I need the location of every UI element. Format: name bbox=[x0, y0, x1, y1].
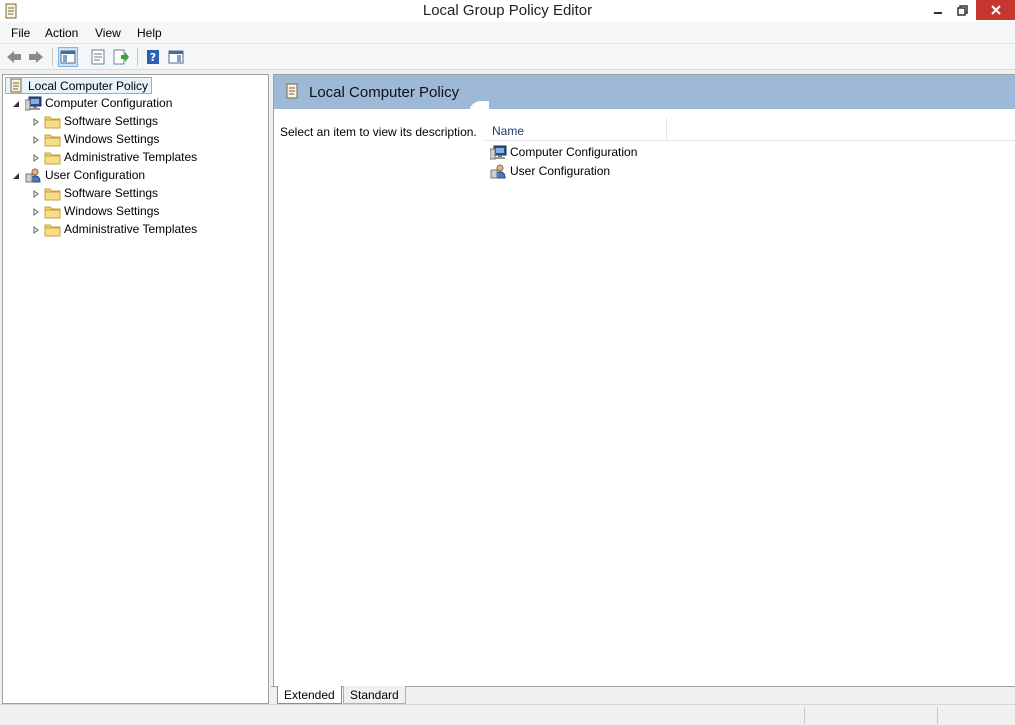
list-item-label: Computer Configuration bbox=[510, 145, 638, 159]
list-item-computer-configuration[interactable]: Computer Configuration bbox=[489, 143, 638, 161]
menu-help[interactable]: Help bbox=[137, 26, 162, 40]
menu-action[interactable]: Action bbox=[45, 26, 78, 40]
folder-icon bbox=[44, 222, 61, 237]
list-item-user-configuration[interactable]: User Configuration bbox=[490, 162, 610, 180]
description-text: Select an item to view its description. bbox=[280, 125, 477, 139]
folder-icon bbox=[44, 132, 61, 147]
toolbar-separator bbox=[52, 48, 53, 66]
tree-item-local-computer-policy[interactable]: Local Computer Policy bbox=[5, 77, 153, 94]
expand-arrow-icon[interactable] bbox=[31, 135, 41, 145]
tree-item-label: User Configuration bbox=[45, 168, 146, 182]
tree-item-windows-settings[interactable]: Windows Settings bbox=[44, 202, 159, 220]
status-divider bbox=[804, 707, 805, 724]
folder-icon bbox=[44, 186, 61, 201]
tree-item-administrative-templates[interactable]: Administrative Templates bbox=[44, 148, 197, 166]
show-hide-console-tree-icon[interactable] bbox=[58, 47, 78, 67]
tree-item-label: Administrative Templates bbox=[64, 150, 198, 164]
action-pane-icon[interactable] bbox=[166, 47, 186, 67]
tree-item-label: Windows Settings bbox=[64, 132, 160, 146]
details-pane: Local Computer Policy Select an item to … bbox=[273, 74, 1015, 686]
folder-icon bbox=[44, 150, 61, 165]
expand-arrow-icon[interactable] bbox=[31, 207, 41, 217]
tree-item-label: Administrative Templates bbox=[64, 222, 198, 236]
tree-item-software-settings[interactable]: Software Settings bbox=[44, 112, 158, 130]
folder-icon bbox=[44, 204, 61, 219]
menu-bar: File Action View Help bbox=[0, 22, 1015, 44]
status-bar bbox=[0, 704, 1015, 725]
tree-item-label: Software Settings bbox=[64, 186, 159, 200]
tree-item-administrative-templates[interactable]: Administrative Templates bbox=[44, 220, 197, 238]
expand-arrow-icon[interactable] bbox=[31, 189, 41, 199]
window-title: Local Group Policy Editor bbox=[422, 2, 593, 19]
folder-icon bbox=[44, 114, 61, 129]
menu-view[interactable]: View bbox=[95, 26, 121, 40]
column-header-name[interactable]: Name bbox=[492, 124, 524, 138]
expand-arrow-icon[interactable] bbox=[31, 117, 41, 127]
user-config-icon bbox=[25, 168, 42, 183]
toolbar-separator bbox=[137, 48, 138, 66]
restore-button[interactable] bbox=[948, 0, 976, 20]
expand-arrow-icon[interactable] bbox=[31, 225, 41, 235]
expand-arrow-icon[interactable] bbox=[31, 153, 41, 163]
toolbar: ? bbox=[0, 44, 1015, 70]
tab-extended[interactable]: Extended bbox=[277, 686, 342, 704]
column-header-row: Name bbox=[484, 118, 1015, 141]
tree-item-label: Local Computer Policy bbox=[28, 78, 149, 93]
tree-item-label: Software Settings bbox=[64, 114, 159, 128]
policy-document-icon bbox=[8, 78, 24, 93]
console-tree[interactable]: Local Computer Policy Computer Configura… bbox=[2, 74, 269, 704]
title-bar: Local Group Policy Editor bbox=[0, 0, 1015, 22]
properties-icon[interactable] bbox=[88, 47, 108, 67]
tree-item-windows-settings[interactable]: Windows Settings bbox=[44, 130, 159, 148]
list-item-label: User Configuration bbox=[510, 164, 611, 178]
status-divider bbox=[937, 707, 938, 724]
content-header: Local Computer Policy bbox=[274, 75, 1015, 109]
tree-item-software-settings[interactable]: Software Settings bbox=[44, 184, 158, 202]
policy-document-icon bbox=[285, 83, 299, 102]
back-arrow-icon[interactable] bbox=[4, 47, 24, 67]
content-title: Local Computer Policy bbox=[309, 84, 460, 101]
tree-item-computer-configuration[interactable]: Computer Configuration bbox=[24, 94, 173, 112]
tree-item-user-configuration[interactable]: User Configuration bbox=[25, 166, 145, 184]
view-tabs: Extended Standard bbox=[271, 686, 1015, 704]
computer-config-icon bbox=[24, 96, 42, 111]
help-icon[interactable]: ? bbox=[143, 47, 163, 67]
svg-text:?: ? bbox=[150, 51, 156, 64]
forward-arrow-icon[interactable] bbox=[26, 47, 46, 67]
tab-standard[interactable]: Standard bbox=[343, 686, 406, 704]
user-config-icon bbox=[490, 164, 507, 179]
close-button[interactable] bbox=[976, 0, 1015, 20]
collapse-arrow-icon[interactable] bbox=[11, 99, 21, 109]
menu-file[interactable]: File bbox=[11, 26, 30, 40]
collapse-arrow-icon[interactable] bbox=[11, 171, 21, 181]
column-divider[interactable] bbox=[666, 118, 667, 141]
computer-config-icon bbox=[489, 145, 507, 160]
export-list-icon[interactable] bbox=[111, 47, 131, 67]
tree-item-label: Windows Settings bbox=[64, 204, 160, 218]
tree-item-label: Computer Configuration bbox=[45, 96, 173, 110]
